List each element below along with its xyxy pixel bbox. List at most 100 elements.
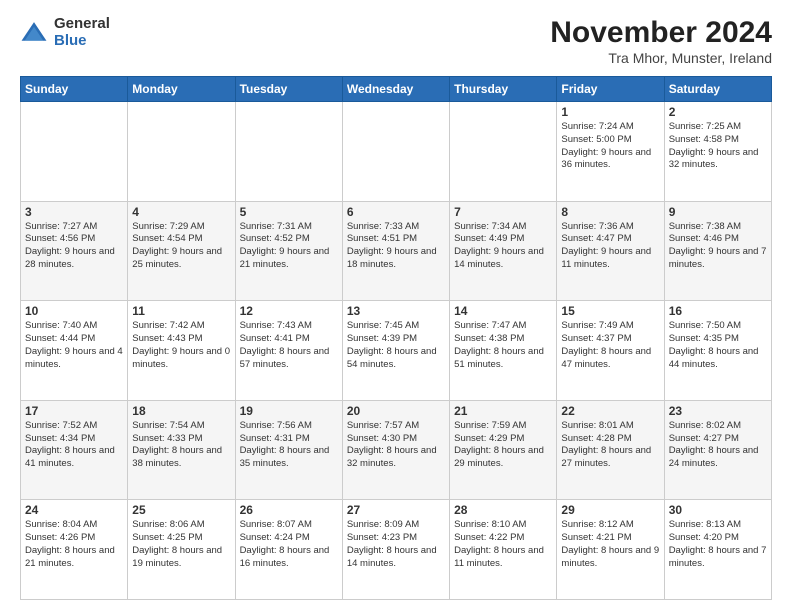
header: General Blue November 2024 Tra Mhor, Mun… (20, 16, 772, 66)
calendar-cell: 24 Sunrise: 8:04 AMSunset: 4:26 PMDayligh… (21, 500, 128, 600)
day-info: Sunrise: 7:31 AMSunset: 4:52 PMDaylight:… (240, 221, 338, 272)
page-subtitle: Tra Mhor, Munster, Ireland (550, 50, 772, 66)
calendar-cell: 27Sunrise: 8:09 AMSunset: 4:23 PMDayligh… (342, 500, 449, 600)
header-day-wednesday: Wednesday (342, 77, 449, 102)
day-info: Sunrise: 7:34 AMSunset: 4:49 PMDaylight:… (454, 221, 552, 272)
day-number: 1 (561, 105, 659, 119)
page-title: November 2024 (550, 16, 772, 50)
day-number: 16 (669, 304, 767, 318)
calendar-cell: 2 Sunrise: 7:25 AMSunset: 4:58 PMDaylight… (664, 102, 771, 202)
day-number: 7 (454, 205, 552, 219)
day-info: Sunrise: 7:59 AMSunset: 4:29 PMDaylight:… (454, 420, 552, 471)
header-day-thursday: Thursday (450, 77, 557, 102)
calendar-cell: 19 Sunrise: 7:56 AMSunset: 4:31 PMDayligh… (235, 400, 342, 500)
day-number: 2 (669, 105, 767, 119)
logo-general: General (54, 16, 110, 33)
day-number: 22 (561, 404, 659, 418)
calendar-cell: 3 Sunrise: 7:27 AMSunset: 4:56 PMDaylight… (21, 201, 128, 301)
calendar-cell (21, 102, 128, 202)
day-info: Sunrise: 7:38 AMSunset: 4:46 PMDaylight:… (669, 221, 767, 272)
calendar-cell: 10 Sunrise: 7:40 AMSunset: 4:44 PMDayligh… (21, 301, 128, 401)
day-number: 12 (240, 304, 338, 318)
day-number: 26 (240, 503, 338, 517)
day-info: Sunrise: 8:04 AMSunset: 4:26 PMDaylight:… (25, 519, 123, 570)
day-number: 21 (454, 404, 552, 418)
calendar-week-1: 1Sunrise: 7:24 AMSunset: 5:00 PMDaylight… (21, 102, 772, 202)
page: General Blue November 2024 Tra Mhor, Mun… (0, 0, 792, 612)
day-info: Sunrise: 8:10 AMSunset: 4:22 PMDaylight:… (454, 519, 552, 570)
calendar-cell: 30 Sunrise: 8:13 AMSunset: 4:20 PMDayligh… (664, 500, 771, 600)
calendar-cell (235, 102, 342, 202)
header-day-saturday: Saturday (664, 77, 771, 102)
day-info: Sunrise: 7:45 AMSunset: 4:39 PMDaylight:… (347, 320, 445, 371)
day-number: 18 (132, 404, 230, 418)
calendar-cell (128, 102, 235, 202)
day-number: 24 (25, 503, 123, 517)
calendar-cell: 7 Sunrise: 7:34 AMSunset: 4:49 PMDaylight… (450, 201, 557, 301)
day-number: 6 (347, 205, 445, 219)
day-number: 15 (561, 304, 659, 318)
day-info: Sunrise: 8:13 AMSunset: 4:20 PMDaylight:… (669, 519, 767, 570)
calendar-cell: 12 Sunrise: 7:43 AMSunset: 4:41 PMDayligh… (235, 301, 342, 401)
calendar-cell: 18 Sunrise: 7:54 AMSunset: 4:33 PMDayligh… (128, 400, 235, 500)
calendar-cell: 15 Sunrise: 7:49 AMSunset: 4:37 PMDayligh… (557, 301, 664, 401)
logo-icon (20, 19, 48, 47)
calendar-week-5: 24 Sunrise: 8:04 AMSunset: 4:26 PMDayligh… (21, 500, 772, 600)
calendar-cell: 29Sunrise: 8:12 AMSunset: 4:21 PMDayligh… (557, 500, 664, 600)
day-number: 13 (347, 304, 445, 318)
day-info: Sunrise: 8:02 AMSunset: 4:27 PMDaylight:… (669, 420, 767, 471)
calendar-cell: 8Sunrise: 7:36 AMSunset: 4:47 PMDaylight… (557, 201, 664, 301)
day-info: Sunrise: 7:42 AMSunset: 4:43 PMDaylight:… (132, 320, 230, 371)
day-info: Sunrise: 8:09 AMSunset: 4:23 PMDaylight:… (347, 519, 445, 570)
calendar-cell: 4Sunrise: 7:29 AMSunset: 4:54 PMDaylight… (128, 201, 235, 301)
day-number: 11 (132, 304, 230, 318)
calendar-cell: 21 Sunrise: 7:59 AMSunset: 4:29 PMDayligh… (450, 400, 557, 500)
day-info: Sunrise: 7:50 AMSunset: 4:35 PMDaylight:… (669, 320, 767, 371)
day-number: 29 (561, 503, 659, 517)
day-info: Sunrise: 7:56 AMSunset: 4:31 PMDaylight:… (240, 420, 338, 471)
day-info: Sunrise: 7:49 AMSunset: 4:37 PMDaylight:… (561, 320, 659, 371)
calendar-cell: 17 Sunrise: 7:52 AMSunset: 4:34 PMDayligh… (21, 400, 128, 500)
day-number: 28 (454, 503, 552, 517)
day-info: Sunrise: 7:27 AMSunset: 4:56 PMDaylight:… (25, 221, 123, 272)
calendar-cell (342, 102, 449, 202)
day-number: 14 (454, 304, 552, 318)
calendar-cell: 13 Sunrise: 7:45 AMSunset: 4:39 PMDayligh… (342, 301, 449, 401)
day-info: Sunrise: 8:06 AMSunset: 4:25 PMDaylight:… (132, 519, 230, 570)
header-row: SundayMondayTuesdayWednesdayThursdayFrid… (21, 77, 772, 102)
day-info: Sunrise: 7:40 AMSunset: 4:44 PMDaylight:… (25, 320, 123, 371)
calendar-cell: 9 Sunrise: 7:38 AMSunset: 4:46 PMDaylight… (664, 201, 771, 301)
header-day-friday: Friday (557, 77, 664, 102)
calendar-table: SundayMondayTuesdayWednesdayThursdayFrid… (20, 76, 772, 600)
header-day-tuesday: Tuesday (235, 77, 342, 102)
calendar-body: 1Sunrise: 7:24 AMSunset: 5:00 PMDaylight… (21, 102, 772, 600)
day-info: Sunrise: 8:01 AMSunset: 4:28 PMDaylight:… (561, 420, 659, 471)
logo: General Blue (20, 16, 110, 49)
day-number: 9 (669, 205, 767, 219)
calendar-week-3: 10 Sunrise: 7:40 AMSunset: 4:44 PMDayligh… (21, 301, 772, 401)
calendar-cell: 16 Sunrise: 7:50 AMSunset: 4:35 PMDayligh… (664, 301, 771, 401)
day-number: 19 (240, 404, 338, 418)
logo-blue: Blue (54, 33, 110, 50)
title-block: November 2024 Tra Mhor, Munster, Ireland (550, 16, 772, 66)
day-info: Sunrise: 7:52 AMSunset: 4:34 PMDaylight:… (25, 420, 123, 471)
day-info: Sunrise: 8:07 AMSunset: 4:24 PMDaylight:… (240, 519, 338, 570)
calendar-cell: 23Sunrise: 8:02 AMSunset: 4:27 PMDayligh… (664, 400, 771, 500)
calendar-week-4: 17 Sunrise: 7:52 AMSunset: 4:34 PMDayligh… (21, 400, 772, 500)
day-number: 3 (25, 205, 123, 219)
calendar-cell: 1Sunrise: 7:24 AMSunset: 5:00 PMDaylight… (557, 102, 664, 202)
logo-text: General Blue (54, 16, 110, 49)
day-info: Sunrise: 7:43 AMSunset: 4:41 PMDaylight:… (240, 320, 338, 371)
calendar-cell: 14Sunrise: 7:47 AMSunset: 4:38 PMDayligh… (450, 301, 557, 401)
day-info: Sunrise: 7:57 AMSunset: 4:30 PMDaylight:… (347, 420, 445, 471)
day-number: 30 (669, 503, 767, 517)
calendar-cell: 25Sunrise: 8:06 AMSunset: 4:25 PMDayligh… (128, 500, 235, 600)
day-info: Sunrise: 7:25 AMSunset: 4:58 PMDaylight:… (669, 121, 767, 172)
calendar-cell (450, 102, 557, 202)
day-number: 5 (240, 205, 338, 219)
header-day-monday: Monday (128, 77, 235, 102)
day-info: Sunrise: 7:54 AMSunset: 4:33 PMDaylight:… (132, 420, 230, 471)
day-number: 17 (25, 404, 123, 418)
day-number: 10 (25, 304, 123, 318)
day-info: Sunrise: 7:33 AMSunset: 4:51 PMDaylight:… (347, 221, 445, 272)
